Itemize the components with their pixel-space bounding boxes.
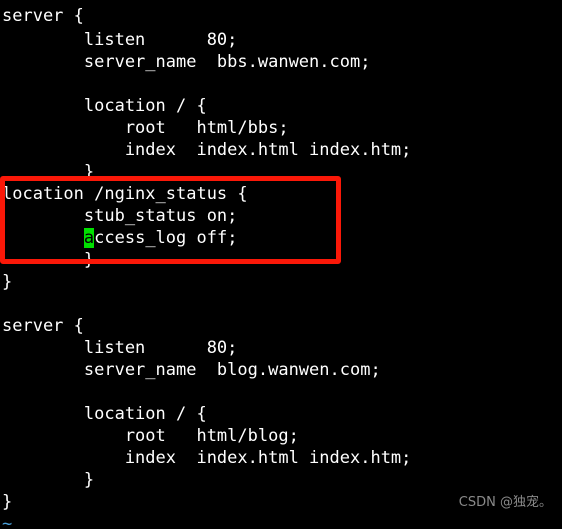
code-line: server_name blog.wanwen.com; bbox=[2, 360, 381, 380]
cursor-line-indent bbox=[2, 228, 84, 248]
cursor-line-rest: ccess_log off; bbox=[94, 228, 238, 248]
code-line: server_name bbs.wanwen.com; bbox=[2, 52, 371, 72]
vim-empty-line-marker: ~ bbox=[2, 514, 13, 529]
code-line: } bbox=[2, 272, 13, 292]
watermark: CSDN @独宠。 bbox=[458, 495, 552, 510]
terminal-screen[interactable]: server { listen 80; server_name bbs.wanw… bbox=[0, 0, 562, 529]
code-line: } bbox=[2, 470, 95, 490]
text-cursor: a bbox=[83, 228, 95, 248]
code-line: } bbox=[2, 250, 95, 270]
